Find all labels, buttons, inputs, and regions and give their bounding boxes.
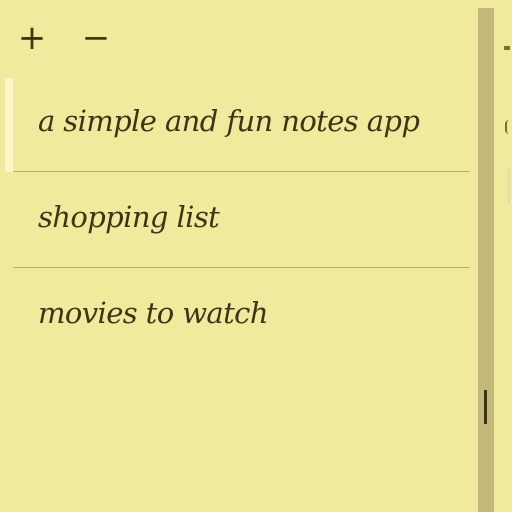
note-title: shopping list (38, 200, 220, 234)
notes-app: + − a simple and fun notes app shopping … (0, 0, 512, 512)
note-title: movies to watch (38, 296, 269, 330)
splitter-handle[interactable] (484, 390, 487, 424)
notes-toolbar: + − (0, 0, 478, 76)
editor-text-fragment (504, 46, 510, 50)
note-list-item[interactable]: a simple and fun notes app (0, 76, 478, 172)
editor-text-fragment (505, 120, 512, 134)
remove-note-button[interactable]: − (81, 20, 111, 56)
note-list-item[interactable]: movies to watch (0, 268, 478, 364)
sidebar-splitter[interactable] (478, 8, 494, 512)
notes-list: a simple and fun notes app shopping list… (0, 76, 478, 364)
note-list-item[interactable]: shopping list (0, 172, 478, 268)
note-title: a simple and fun notes app (38, 104, 420, 138)
editor-text-fragment (508, 168, 510, 204)
note-editor-pane[interactable] (494, 0, 512, 512)
add-note-button[interactable]: + (17, 20, 47, 56)
